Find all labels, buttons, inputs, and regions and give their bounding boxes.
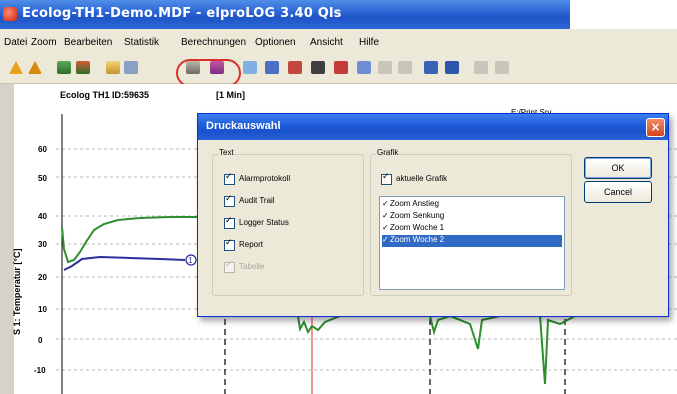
search-icon[interactable] [357,61,371,74]
copy-icon[interactable] [378,61,392,74]
cut-icon[interactable] [398,61,412,74]
list-item[interactable]: ✓Zoom Woche 1 [382,223,562,235]
menu-bearbeiten[interactable]: Bearbeiten [64,37,112,48]
menu-datei[interactable]: Datei [4,37,27,48]
arrow-icon[interactable] [474,61,488,74]
export-icon[interactable] [334,61,348,74]
checkbox-audit-trail[interactable] [224,194,235,207]
checkbox-aktuelle-grafik[interactable] [381,172,392,185]
print-buttons-highlight [176,59,241,87]
text-group-label: Text [218,148,235,157]
checkbox-tabelle [224,260,235,273]
toolbar [0,53,677,84]
checkbox-alarmprotokoll[interactable] [224,172,235,185]
checkbox-report[interactable] [224,238,235,251]
checkbox-logger-status[interactable] [224,216,235,229]
temperature-series-green [429,314,501,350]
list-item[interactable]: ✓Zoom Anstieg [382,199,562,211]
cancel-button[interactable]: Cancel [584,181,652,203]
logger-icon[interactable] [57,61,71,74]
checkbox-label: Logger Status [239,218,289,227]
arrow-icon[interactable] [495,61,509,74]
menu-statistik[interactable]: Statistik [124,37,159,48]
temperature-series-green [61,216,198,264]
app-logo-icon [3,7,17,21]
warning-icon[interactable] [9,61,23,74]
open-folder-icon[interactable] [106,61,120,74]
checkbox-label: Tabelle [239,262,265,271]
upload-icon[interactable] [445,61,459,74]
checkbox-label: aktuelle Grafik [396,174,448,183]
close-icon[interactable]: × [646,118,665,137]
checkbox-label: Alarmprotokoll [239,174,291,183]
print-selection-dialog: Druckauswahl × Text Alarmprotokoll Audit… [197,113,669,317]
dialog-title-bar: Druckauswahl × [198,114,668,140]
help-icon[interactable] [288,61,302,74]
window-title: Ecolog-TH1-Demo.MDF - elproLOG 3.40 Qls [22,6,342,21]
checkbox-label: Report [239,240,264,249]
menu-bar: Datei Zoom Bearbeiten Statistik Berechnu… [0,29,677,53]
list-item-selected[interactable]: ✓Zoom Woche 2 [382,235,562,247]
ok-button[interactable]: OK [584,157,652,179]
table-icon[interactable] [265,61,279,74]
save-icon[interactable] [124,61,138,74]
graphic-group-label: Grafik [376,148,400,157]
download-icon[interactable] [424,61,438,74]
chart-icon[interactable] [243,61,257,74]
menu-zoom[interactable]: Zoom [31,37,57,48]
series-marker-label: 1 [188,256,193,265]
application-window: Ecolog-TH1-Demo.MDF - elproLOG 3.40 Qls … [0,0,677,394]
menu-optionen[interactable]: Optionen [255,37,296,48]
logger-icon[interactable] [76,61,90,74]
title-bar: Ecolog-TH1-Demo.MDF - elproLOG 3.40 Qls [0,0,570,29]
menu-berechnungen[interactable]: Berechnungen [181,37,246,48]
warning-icon[interactable] [28,61,42,74]
temperature-series-green [539,315,576,385]
menu-hilfe[interactable]: Hilfe [359,37,379,48]
document-icon[interactable] [311,61,325,74]
list-item[interactable]: ✓Zoom Senkung [382,211,562,223]
menu-ansicht[interactable]: Ansicht [310,37,343,48]
temperature-series-green [297,315,341,335]
humidity-series-blue [63,255,186,271]
zoom-list[interactable]: ✓Zoom Anstieg ✓Zoom Senkung ✓Zoom Woche … [379,196,565,290]
dialog-title: Druckauswahl [206,120,281,132]
checkbox-label: Audit Trail [239,196,275,205]
